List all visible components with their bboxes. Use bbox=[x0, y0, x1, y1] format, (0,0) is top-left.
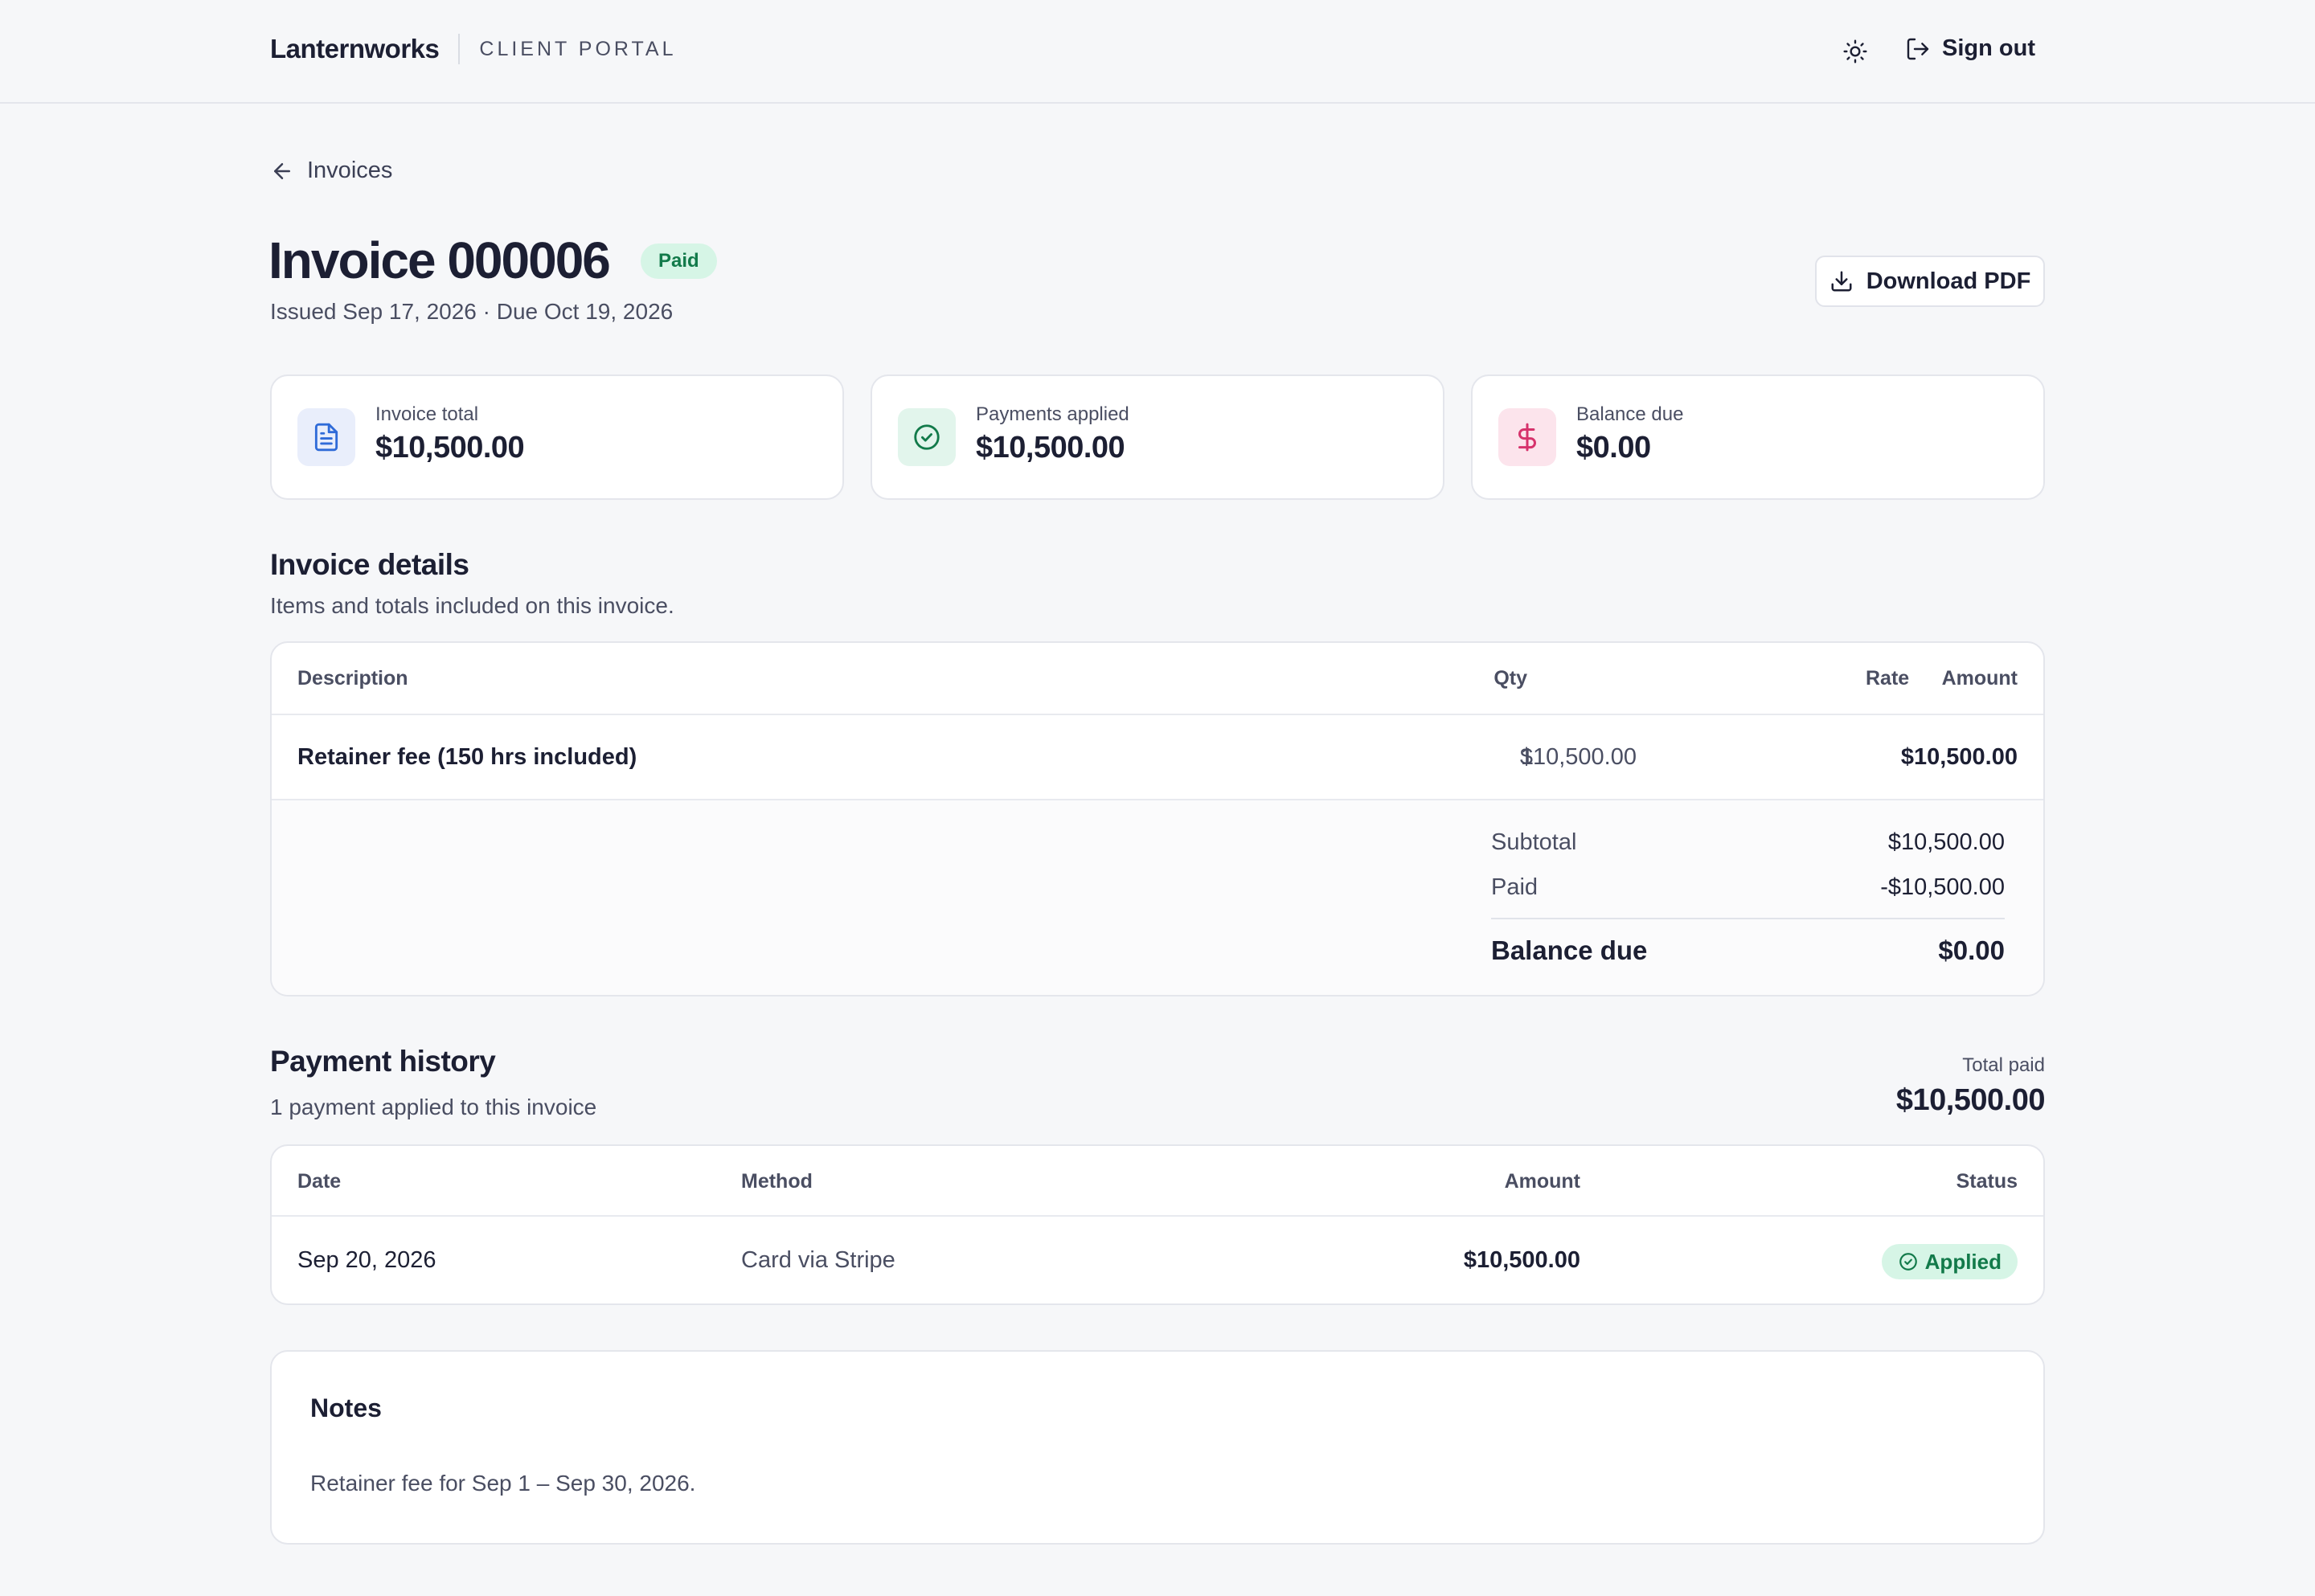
total-paid-label: Total paid bbox=[1962, 1054, 2045, 1076]
payment-history-table: Date Method Amount Status Sep 20, 2026 C… bbox=[270, 1144, 2045, 1305]
stat-label: Balance due bbox=[1576, 403, 1684, 425]
total-paid-value: $10,500.00 bbox=[1895, 1083, 2046, 1117]
item-amount: $10,500.00 bbox=[1900, 744, 2018, 770]
stat-label: Payments applied bbox=[976, 403, 1129, 425]
applied-status-label: Applied bbox=[1924, 1249, 2002, 1274]
sun-icon bbox=[1843, 39, 1867, 63]
stat-card-invoice-total: Invoice total $10,500.00 bbox=[270, 374, 844, 500]
issue-due-dates: Issued Sep 17, 2026 · Due Oct 19, 2026 bbox=[270, 299, 674, 324]
brand[interactable]: Lanternworks CLIENT PORTAL bbox=[270, 34, 677, 64]
brand-divider bbox=[458, 34, 461, 64]
stat-value: $0.00 bbox=[1576, 431, 1651, 464]
subtotal-value: $10,500.00 bbox=[1887, 829, 2005, 855]
totals-divider bbox=[1491, 918, 2005, 919]
column-header-description: Description bbox=[297, 667, 408, 690]
top-bar: Lanternworks CLIENT PORTAL Sign out bbox=[0, 0, 2315, 104]
invoice-items-table: Description Qty Rate Amount Retainer fee… bbox=[270, 641, 2045, 996]
stat-card-balance-due: Balance due $0.00 bbox=[1471, 374, 2045, 500]
paid-value: -$10,500.00 bbox=[1880, 874, 2005, 900]
page-title: Invoice 000006 bbox=[268, 231, 611, 289]
column-header-amount: Amount bbox=[1941, 667, 2018, 690]
column-header-qty: Qty bbox=[1493, 667, 1527, 690]
back-label: Invoices bbox=[307, 158, 393, 183]
theme-toggle-button[interactable] bbox=[1839, 35, 1871, 68]
column-header-method: Method bbox=[741, 1170, 813, 1193]
paid-label: Paid bbox=[1491, 874, 1539, 900]
balance-due-label: Balance due bbox=[1491, 935, 1648, 965]
status-badge: Paid bbox=[641, 243, 717, 279]
item-description: Retainer fee (150 hrs included) bbox=[297, 744, 637, 770]
dollar-icon bbox=[1498, 408, 1556, 466]
invoice-details-title: Invoice details bbox=[270, 548, 469, 581]
totals-section bbox=[272, 799, 2043, 995]
brand-name: Lanternworks bbox=[270, 34, 440, 63]
download-pdf-button[interactable]: Download PDF bbox=[1815, 256, 2045, 307]
subtotal-label: Subtotal bbox=[1491, 829, 1577, 855]
download-icon bbox=[1831, 271, 1852, 292]
stat-label: Invoice total bbox=[375, 403, 479, 425]
portal-label: CLIENT PORTAL bbox=[479, 37, 677, 60]
column-header-date: Date bbox=[297, 1170, 342, 1193]
applied-status-badge: Applied bbox=[1881, 1244, 2018, 1279]
payment-amount: $10,500.00 bbox=[1463, 1247, 1580, 1273]
item-rate: $10,500.00 bbox=[1519, 744, 1637, 770]
notes-card: Notes Retainer fee for Sep 1 – Sep 30, 2… bbox=[270, 1350, 2045, 1545]
check-circle-icon bbox=[1899, 1253, 1917, 1271]
back-to-invoices-link[interactable]: Invoices bbox=[270, 158, 392, 184]
payment-method: Card via Stripe bbox=[741, 1247, 895, 1273]
stat-card-payments-applied: Payments applied $10,500.00 bbox=[871, 374, 1444, 500]
payment-history-title: Payment history bbox=[270, 1045, 496, 1078]
column-header-amount: Amount bbox=[1504, 1170, 1580, 1193]
sign-out-button[interactable]: Sign out bbox=[1905, 35, 2035, 62]
invoice-details-subtitle: Items and totals included on this invoic… bbox=[270, 593, 674, 618]
divider bbox=[272, 799, 2043, 800]
balance-due-value: $0.00 bbox=[1938, 935, 2005, 965]
sign-out-label: Sign out bbox=[1942, 35, 2035, 61]
payment-history-subtitle: 1 payment applied to this invoice bbox=[270, 1095, 597, 1119]
stat-value: $10,500.00 bbox=[976, 431, 1125, 464]
notes-title: Notes bbox=[310, 1393, 382, 1422]
document-icon bbox=[297, 408, 355, 466]
check-circle-icon bbox=[898, 408, 956, 466]
download-pdf-label: Download PDF bbox=[1866, 268, 2031, 294]
payment-date: Sep 20, 2026 bbox=[297, 1247, 436, 1273]
divider bbox=[272, 1215, 2043, 1217]
divider bbox=[272, 714, 2043, 715]
arrow-left-icon bbox=[274, 162, 290, 179]
column-header-status: Status bbox=[1956, 1170, 2018, 1193]
notes-text: Retainer fee for Sep 1 – Sep 30, 2026. bbox=[310, 1471, 696, 1496]
log-out-icon bbox=[1907, 38, 1929, 59]
column-header-rate: Rate bbox=[1866, 667, 1910, 690]
stat-value: $10,500.00 bbox=[375, 431, 525, 464]
